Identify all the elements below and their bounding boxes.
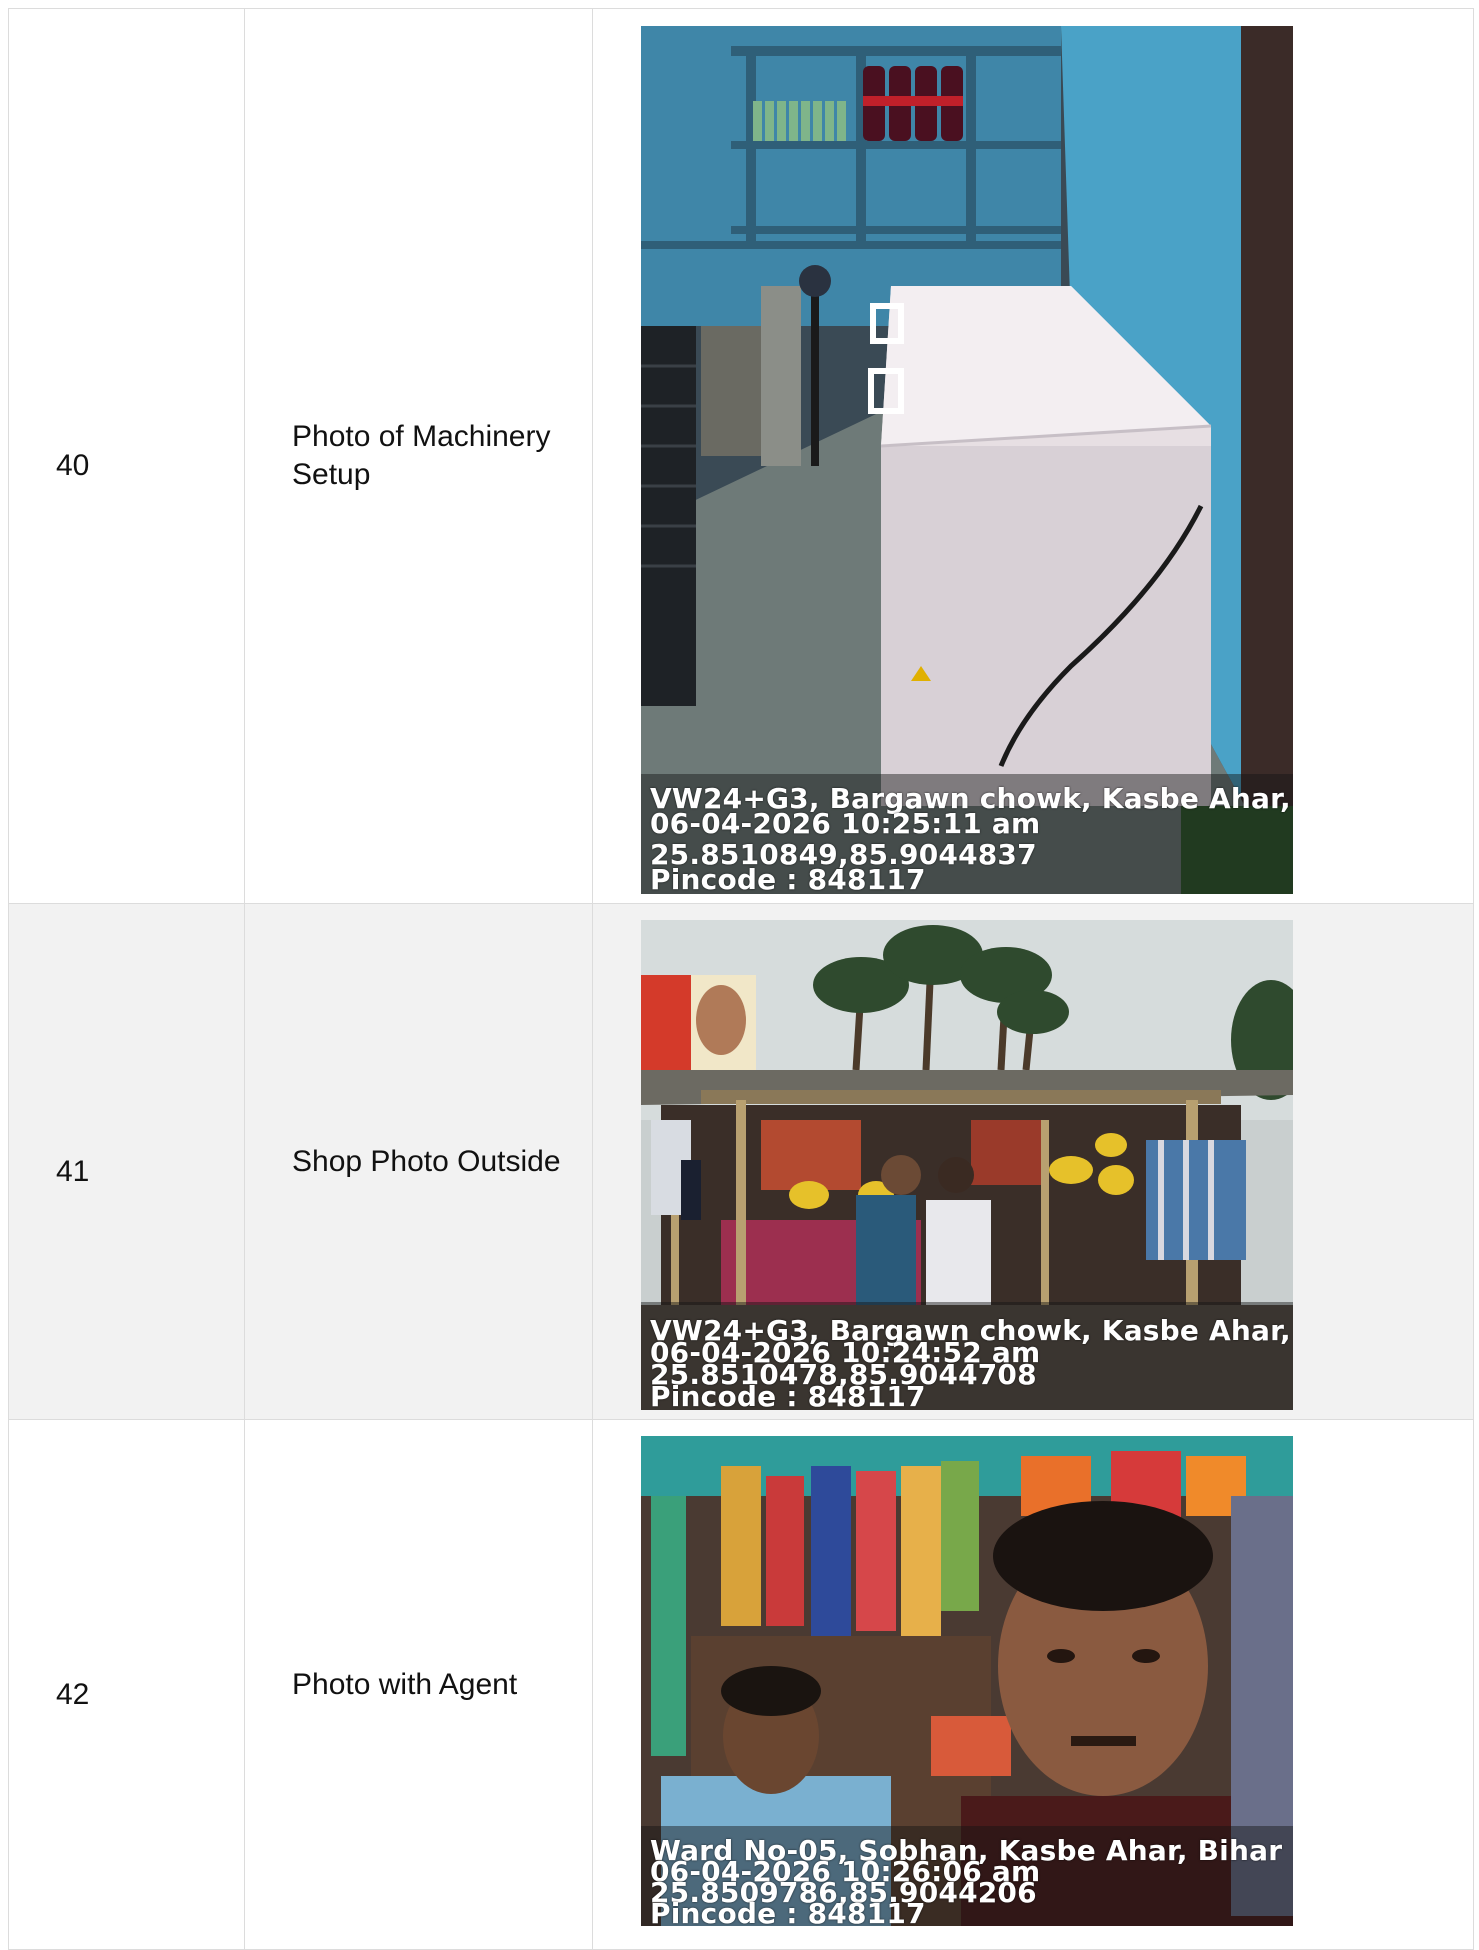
machinery-photo-image [641, 26, 1293, 894]
serial-number: 41 [8, 903, 245, 1420]
photo-stamp: VW24+G3, Bargawn chowk, Kasbe Ahar, Biha… [650, 785, 1293, 894]
serial-number: 42 [8, 1419, 245, 1950]
table-row: 42 Photo with Agent Ward No-05, Sobhan, … [8, 1419, 1474, 1950]
photo-cell: Ward No-05, Sobhan, Kasbe Ahar, Bihar ..… [592, 1419, 1474, 1950]
photo-label: Photo with Agent [244, 1419, 593, 1950]
photo-label: Shop Photo Outside [244, 903, 593, 1420]
serial-number: 40 [8, 8, 245, 904]
table-row: 41 Shop Photo Outside VW24+G3, Bargawn c… [8, 903, 1474, 1420]
photo-cell: VW24+G3, Bargawn chowk, Kasbe Ahar, Biha… [592, 8, 1474, 904]
machinery-photo[interactable]: VW24+G3, Bargawn chowk, Kasbe Ahar, Biha… [641, 26, 1293, 894]
photo-cell: VW24+G3, Bargawn chowk, Kasbe Ahar, Biha… [592, 903, 1474, 1420]
agent-photo[interactable]: Ward No-05, Sobhan, Kasbe Ahar, Bihar ..… [641, 1436, 1293, 1926]
photo-label: Photo of Machinery Setup [244, 8, 593, 904]
photo-stamp: Ward No-05, Sobhan, Kasbe Ahar, Bihar ..… [650, 1837, 1293, 1927]
shop-outside-photo[interactable]: VW24+G3, Bargawn chowk, Kasbe Ahar, Biha… [641, 920, 1293, 1410]
photo-table: 40 Photo of Machinery Setup VW24+G3, Bar… [8, 8, 1474, 1950]
table-row: 40 Photo of Machinery Setup VW24+G3, Bar… [8, 8, 1474, 904]
photo-stamp: VW24+G3, Bargawn chowk, Kasbe Ahar, Biha… [650, 1317, 1293, 1411]
